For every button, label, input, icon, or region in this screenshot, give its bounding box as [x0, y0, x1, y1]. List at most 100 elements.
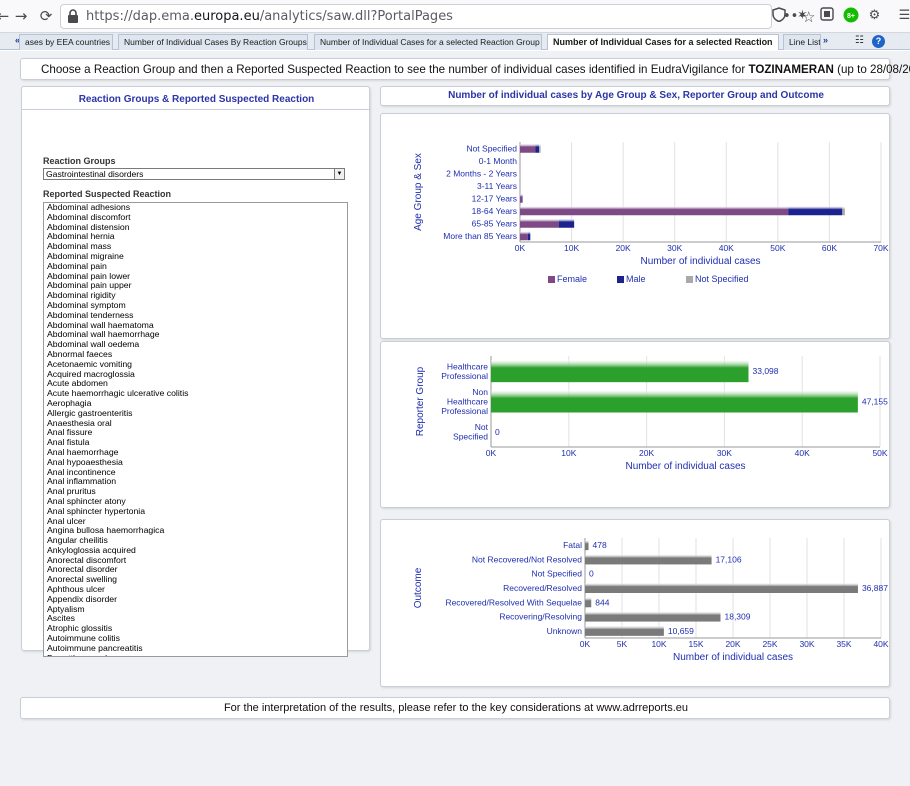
- age-chart-bar: [539, 143, 541, 153]
- reporter-chart-x-tick-label: 50K: [872, 448, 887, 458]
- instruction-text: Choose a Reaction Group and then a Repor…: [41, 63, 910, 76]
- chevron-down-icon[interactable]: ▼: [334, 169, 344, 179]
- extension-badge-text: 8+: [847, 13, 855, 20]
- tab-list-icon[interactable]: ☷: [855, 35, 864, 46]
- reporter-chart-category-label: Specified: [453, 432, 488, 442]
- outcome-chart-x-tick-label: 30K: [799, 639, 814, 649]
- reaction-list-item[interactable]: Anal sphincter hypertonia: [44, 506, 347, 517]
- outcome-chart-category-label: Recovered/Resolved With Sequelae: [445, 597, 582, 607]
- age-chart-x-tick-label: 50K: [770, 243, 785, 253]
- age-chart-category-label: 0-1 Month: [479, 156, 518, 166]
- age-chart-bar: [522, 193, 523, 203]
- reaction-list-item[interactable]: Appendix disorder: [44, 594, 347, 605]
- reporter-chart-category-label: Healthcare: [447, 361, 488, 371]
- outcome-chart-bar: [585, 625, 664, 636]
- extension-badge-icon[interactable]: 8+: [842, 7, 859, 24]
- tab-line-listing[interactable]: Line Listi: [783, 34, 821, 50]
- lock-icon: [68, 9, 78, 23]
- reported-reaction-listbox[interactable]: Abdominal adhesions Abdominal discomfort A…: [43, 202, 348, 657]
- settings-gear-icon[interactable]: ⚙: [866, 7, 883, 24]
- reported-reaction-label: Reported Suspected Reaction: [43, 189, 172, 199]
- tab-scroll-right[interactable]: »: [823, 35, 828, 45]
- reporter-chart-value-label: 33,098: [753, 366, 779, 376]
- reporter-chart-category-label: Professional: [441, 406, 488, 416]
- hamburger-menu-icon[interactable]: ☰: [896, 7, 910, 24]
- help-icon[interactable]: ?: [872, 35, 885, 48]
- tab-cases-selected-reaction[interactable]: Number of Individual Cases for a selecte…: [547, 34, 779, 50]
- outcome-chart-y-axis-title: Outcome: [413, 567, 424, 608]
- outcome-chart-panel: 0K 5K 10K 15K 20K 25K 30K 35K 40K Number of indiv…: [380, 519, 890, 687]
- age-chart-bar: [558, 218, 575, 228]
- age-chart-category-label: 65-85 Years: [472, 218, 517, 228]
- age-chart-x-axis-title: Number of individual cases: [640, 256, 760, 267]
- reporter-chart-category-label: Not: [475, 422, 489, 432]
- charts-title: Number of individual cases by Age Group …: [448, 90, 824, 101]
- age-chart-category-label: 3-11 Years: [477, 181, 517, 191]
- address-bar[interactable]: https://dap.ema.europa.eu/analytics/saw.…: [60, 4, 815, 29]
- outcome-chart-bar: [585, 554, 712, 565]
- age-chart-legend-label: Female: [557, 274, 587, 284]
- shield-icon[interactable]: [770, 7, 787, 24]
- reaction-group-dropdown[interactable]: Gastrointestinal disorders ▼: [43, 168, 345, 180]
- reporter-chart-y-axis-title: Reporter Group: [415, 366, 426, 436]
- reporter-chart-x-tick-label: 40K: [795, 448, 810, 458]
- reaction-list-item[interactable]: Barrett's oesophagus: [44, 653, 347, 656]
- outcome-chart-value-label: 17,106: [716, 554, 742, 564]
- magic-wand-icon[interactable]: ✶: [794, 7, 811, 24]
- age-chart-x-tick-label: 10K: [564, 243, 579, 253]
- reporter-chart-category-label: Non: [472, 387, 488, 397]
- reload-icon[interactable]: ⟳: [37, 7, 55, 25]
- outcome-chart-x-axis-title: Number of individual cases: [673, 652, 793, 663]
- outcome-chart-value-label: 10,659: [668, 626, 694, 636]
- outcome-chart-x-tick-label: 40K: [873, 639, 888, 649]
- reporter-chart-category-label: Healthcare: [447, 397, 488, 407]
- footer-note-panel: For the interpretation of the results, p…: [20, 697, 890, 719]
- reporter-chart-x-tick-label: 0K: [486, 448, 497, 458]
- reaction-list-item[interactable]: Aptyalism: [44, 604, 347, 615]
- charts-header-panel: Number of individual cases by Age Group …: [380, 86, 890, 106]
- tab-cases-by-eea-countries[interactable]: ases by EEA countries: [19, 34, 113, 50]
- reporter-chart-bar: [491, 390, 858, 413]
- reporter-group-chart: 0K 10K 20K 30K 40K 50K Number of individual ca…: [415, 356, 888, 472]
- outcome-chart-x-tick-label: 20K: [725, 639, 740, 649]
- outcome-chart-x-tick-label: 35K: [836, 639, 851, 649]
- reaction-groups-label: Reaction Groups: [43, 156, 116, 166]
- tab-cases-by-reaction-groups[interactable]: Number of Individual Cases By Reaction G…: [118, 34, 308, 50]
- age-chart-x-tick-label: 60K: [822, 243, 837, 253]
- outcome-chart-value-label: 844: [595, 597, 609, 607]
- reporter-chart-bar: [491, 360, 749, 383]
- outcome-chart-bar: [585, 611, 721, 622]
- tab-cases-selected-reaction-group[interactable]: Number of Individual Cases for a selecte…: [314, 34, 542, 50]
- age-chart-category-label: 2 Months - 2 Years: [446, 168, 517, 178]
- back-icon[interactable]: ←: [0, 7, 12, 25]
- age-chart-x-tick-label: 20K: [616, 243, 631, 253]
- instruction-banner: Choose a Reaction Group and then a Repor…: [20, 58, 910, 80]
- reporter-chart-value-label: 47,155: [862, 397, 888, 407]
- age-chart-x-tick-label: 30K: [667, 243, 682, 253]
- reporter-chart-category-label: Professional: [441, 371, 488, 381]
- age-chart-category-label: 18-64 Years: [472, 206, 517, 216]
- outcome-chart-x-tick-label: 5K: [617, 639, 628, 649]
- age-chart-x-tick-label: 40K: [719, 243, 734, 253]
- forward-icon[interactable]: →: [12, 7, 30, 25]
- outcome-chart-category-label: Unknown: [547, 626, 583, 636]
- outcome-chart-x-tick-label: 0K: [580, 639, 591, 649]
- divider: [22, 109, 371, 110]
- outcome-chart-category-label: Recovering/Resolving: [499, 612, 582, 622]
- outcome-chart-category-label: Not Specified: [531, 569, 582, 579]
- dashboard-tab-strip: « ases by EEA countries Number of Indivi…: [0, 33, 910, 50]
- outcome-chart-x-tick-label: 25K: [762, 639, 777, 649]
- outcome-chart-category-label: Fatal: [563, 540, 582, 550]
- outcome-chart-bar: [585, 597, 592, 608]
- reader-view-icon[interactable]: [818, 7, 835, 24]
- outcome-chart-x-tick-label: 10K: [651, 639, 666, 649]
- age-chart-bar: [535, 143, 540, 153]
- age-chart-y-axis-title: Age Group & Sex: [413, 153, 424, 231]
- outcome-chart-bar: [585, 540, 589, 551]
- reporter-chart-x-tick-label: 20K: [639, 448, 654, 458]
- outcome-chart: 0K 5K 10K 15K 20K 25K 30K 35K 40K Number of indiv…: [413, 538, 889, 663]
- reaction-selector-title: Reaction Groups & Reported Suspected Rea…: [78, 94, 315, 105]
- age-sex-chart-panel: 0K 10K 20K 30K 40K 50K 60K 70K Number of individ…: [380, 113, 890, 339]
- age-chart-bar: [520, 143, 536, 153]
- age-chart-legend-label: Male: [626, 274, 646, 284]
